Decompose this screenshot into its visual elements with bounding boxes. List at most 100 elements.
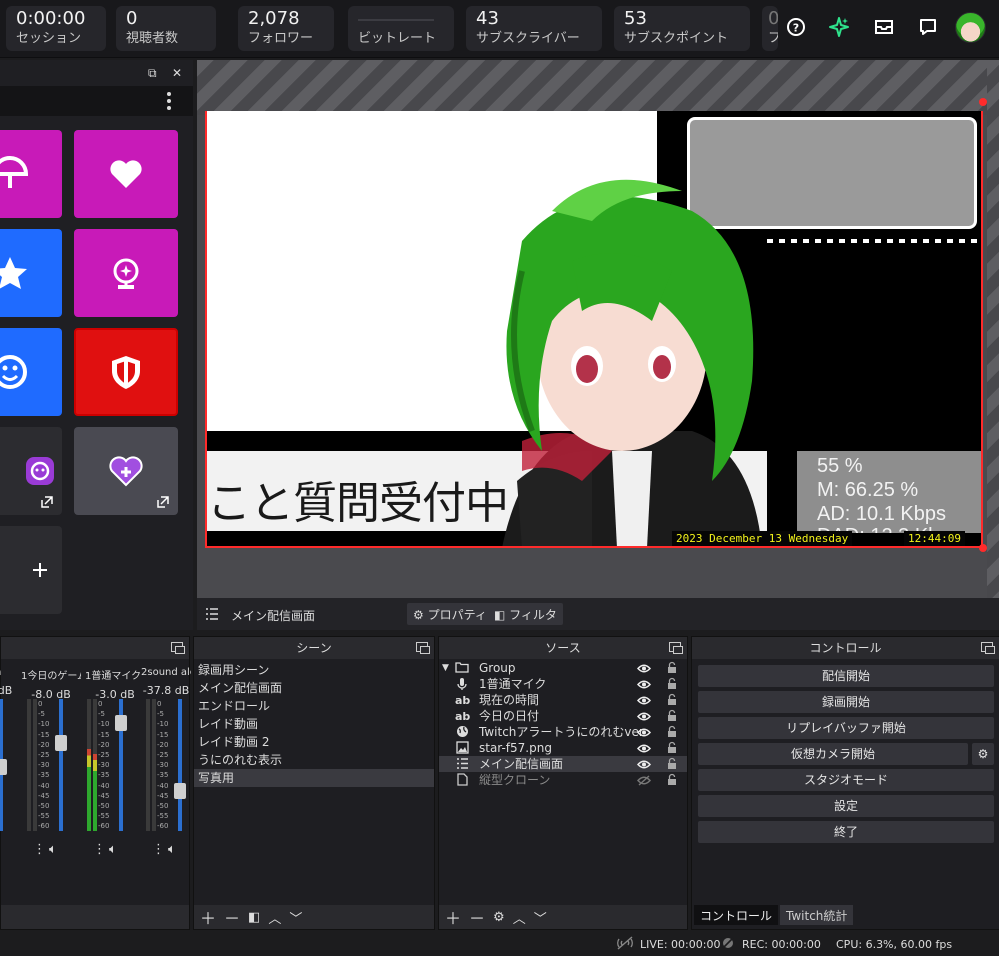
channel-menu-icon[interactable]: ⋮ (152, 842, 165, 857)
channel-menu-icon[interactable]: ⋮ (93, 842, 106, 857)
heart-icon[interactable] (74, 130, 178, 218)
volume-fader[interactable] (174, 699, 186, 831)
kebab-menu-icon[interactable] (167, 92, 171, 113)
help-icon[interactable]: ? (783, 14, 809, 40)
undock-icon[interactable] (981, 642, 995, 654)
overlay-stat: M: 66.25 % (817, 479, 919, 501)
move-down-icon[interactable]: ﹀ (534, 908, 547, 927)
scene-item[interactable]: うにのれむ表示 (194, 751, 434, 769)
program-preview[interactable]: こと質問受付中 55 % M: 66.25 % AD: 10.1 Kbps DA… (197, 60, 999, 598)
add-source-icon[interactable]: ＋ (445, 905, 461, 929)
undock-icon[interactable] (669, 642, 683, 654)
undock-icon[interactable]: ⧉ (148, 66, 157, 81)
scene-item[interactable]: 写真用 (194, 769, 434, 787)
mascot-icon[interactable] (0, 427, 62, 515)
plus-icon[interactable] (0, 526, 62, 614)
level-meter (152, 699, 156, 831)
umbrella-icon[interactable] (0, 130, 62, 218)
resize-handle[interactable] (979, 98, 987, 106)
exit-button[interactable]: 終了 (698, 821, 994, 843)
scene-filter-icon[interactable]: ◧ (248, 910, 260, 925)
scene-item[interactable]: レイド動画 (194, 715, 434, 733)
source-item[interactable]: ▼ Group (439, 660, 687, 676)
scene-item[interactable]: レイド動画 2 (194, 733, 434, 751)
add-scene-icon[interactable]: ＋ (200, 905, 216, 929)
move-up-icon[interactable]: ︿ (268, 908, 281, 927)
lock-icon[interactable] (667, 661, 677, 674)
source-item[interactable]: ab 今日の日付 (439, 708, 687, 724)
eye-icon[interactable] (636, 678, 652, 689)
source-item[interactable]: ab 現在の時間 (439, 692, 687, 708)
lock-icon[interactable] (667, 709, 677, 722)
lock-icon[interactable] (667, 725, 677, 738)
speaker-icon[interactable]: 🔈︎ (49, 842, 57, 857)
filters-button[interactable]: ◧ フィルタ (488, 603, 563, 625)
overlay-stat: 55 % (817, 455, 863, 477)
shield-icon[interactable] (74, 328, 178, 416)
star-icon[interactable] (0, 229, 62, 317)
channel-menu-icon[interactable]: ⋮ (33, 842, 46, 857)
speaker-icon[interactable]: 🔈︎ (109, 842, 117, 857)
source-name: star-f57.png (479, 741, 552, 755)
source-item[interactable]: メイン配信画面 (439, 756, 687, 772)
move-up-icon[interactable]: ︿ (513, 908, 526, 927)
volume-fader[interactable] (55, 699, 67, 831)
source-item[interactable]: star-f57.png (439, 740, 687, 756)
start-replay-buffer-button[interactable]: リプレイバッファ開始 (698, 717, 994, 739)
close-icon[interactable]: ✕ (172, 66, 182, 80)
volume-fader[interactable] (0, 699, 7, 831)
undock-icon[interactable] (171, 642, 185, 654)
move-down-icon[interactable]: ﹀ (289, 908, 302, 927)
dock-title (1, 637, 189, 659)
stat-viewers: 0 視聴者数 (116, 6, 216, 51)
lock-icon[interactable] (667, 693, 677, 706)
eye-icon[interactable] (636, 694, 652, 705)
speaker-icon[interactable]: 🔈︎ (168, 842, 176, 857)
inbox-icon[interactable] (871, 14, 897, 40)
collapse-arrow-icon[interactable]: ▼ (442, 660, 449, 676)
sparkle-webcam-icon[interactable] (74, 229, 178, 317)
source-name: Group (479, 661, 516, 675)
lock-icon[interactable] (667, 773, 677, 786)
start-recording-button[interactable]: 録画開始 (698, 691, 994, 713)
eye-icon[interactable] (636, 662, 652, 673)
properties-button[interactable]: ⚙ プロパティ (407, 603, 493, 625)
scene-item[interactable]: メイン配信画面 (194, 679, 434, 697)
start-streaming-button[interactable]: 配信開始 (698, 665, 994, 687)
stat-label: フォロワー (248, 31, 314, 46)
sparkle-icon[interactable] (826, 14, 852, 40)
source-item[interactable]: Twitchアラートうにのれむver (439, 724, 687, 740)
eye-icon[interactable] (636, 742, 652, 753)
heart-plus-icon[interactable] (74, 427, 178, 515)
tab-twitch-stats[interactable]: Twitch統計 (780, 905, 854, 925)
lock-icon[interactable] (667, 757, 677, 770)
settings-button[interactable]: 設定 (698, 795, 994, 817)
source-name: 縦型クローン (479, 773, 551, 787)
source-item[interactable]: 縦型クローン (439, 772, 687, 788)
chat-icon[interactable] (915, 14, 941, 40)
volume-fader[interactable] (115, 699, 127, 831)
source-settings-icon[interactable]: ⚙ (493, 910, 505, 925)
resize-handle[interactable] (979, 544, 987, 552)
time-display: 12:44:09 (904, 531, 965, 546)
eye-icon[interactable] (636, 758, 652, 769)
scene-item[interactable]: 録画用シーン (194, 661, 434, 679)
eye-hidden-icon[interactable] (636, 774, 652, 786)
scene-canvas[interactable]: こと質問受付中 55 % M: 66.25 % AD: 10.1 Kbps DA… (205, 111, 983, 548)
scene-item[interactable]: エンドロール (194, 697, 434, 715)
smiley-icon[interactable] (0, 328, 62, 416)
eye-icon[interactable] (636, 710, 652, 721)
studio-mode-button[interactable]: スタジオモード (698, 769, 994, 791)
stat-subscribers: 43 サブスクライバー (466, 6, 602, 51)
lock-icon[interactable] (667, 677, 677, 690)
user-avatar[interactable] (955, 12, 986, 43)
start-virtual-camera-button[interactable]: 仮想カメラ開始 (698, 743, 968, 765)
source-item[interactable]: 1普通マイク (439, 676, 687, 692)
virtual-camera-settings-button[interactable]: ⚙ (972, 743, 994, 765)
tab-controls[interactable]: コントロール (694, 905, 779, 925)
remove-source-icon[interactable]: － (469, 905, 485, 929)
remove-scene-icon[interactable]: － (224, 905, 240, 929)
undock-icon[interactable] (416, 642, 430, 654)
lock-icon[interactable] (667, 741, 677, 754)
eye-icon[interactable] (636, 726, 652, 737)
